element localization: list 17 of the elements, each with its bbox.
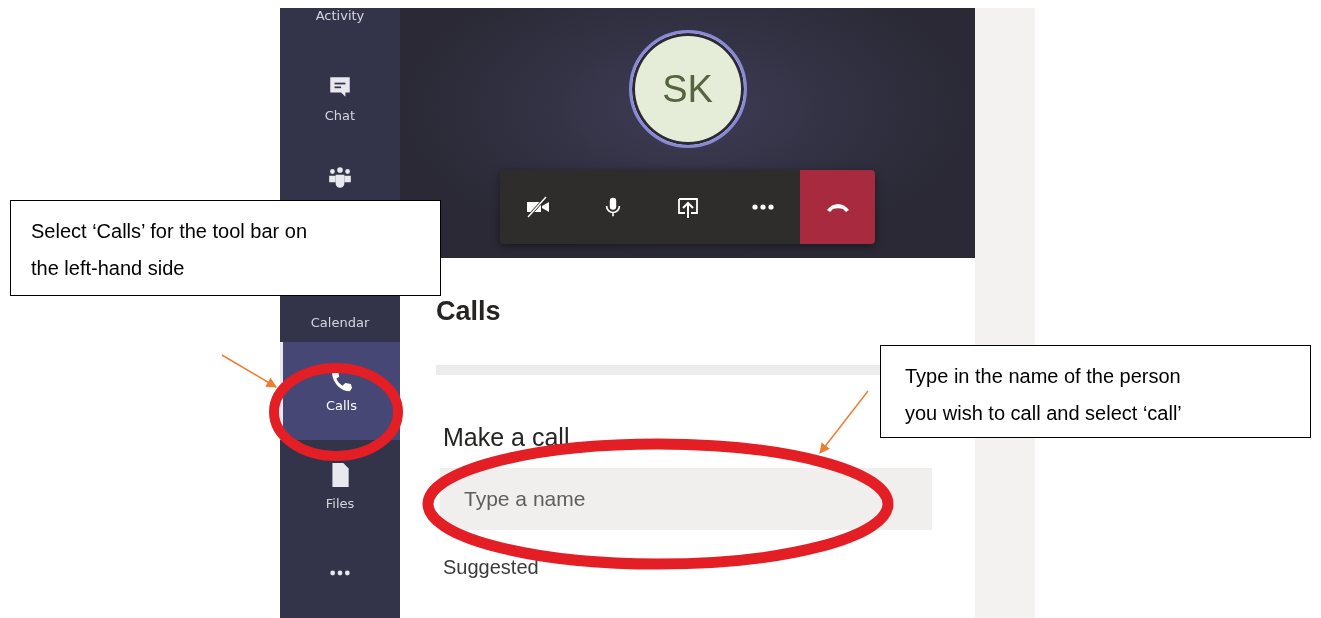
callout-text: Select ‘Calls’ for the tool bar on the left-hand side	[31, 219, 309, 281]
sidebar-item[interactable]: Calendar	[280, 296, 400, 342]
sidebar-item[interactable]: Activity	[280, 8, 400, 30]
sidebar-item[interactable]: Files	[280, 440, 400, 530]
more-icon	[329, 568, 351, 577]
name-input-field[interactable]: Type a name	[440, 468, 932, 530]
callout-text: Type in the name of the person you wish to call and select ‘call’	[905, 364, 1183, 426]
pointer-arrow	[819, 390, 869, 454]
suggested-heading: Suggested	[443, 556, 540, 579]
share-screen-icon	[675, 195, 700, 219]
camera-off-icon	[524, 195, 551, 219]
sidebar-item[interactable]: Chat	[280, 30, 400, 145]
more-icon	[749, 203, 776, 211]
page-title: Calls	[436, 296, 502, 327]
avatar: SK	[628, 30, 747, 148]
pointer-arrow	[221, 354, 277, 388]
hang-up-icon	[825, 201, 850, 213]
